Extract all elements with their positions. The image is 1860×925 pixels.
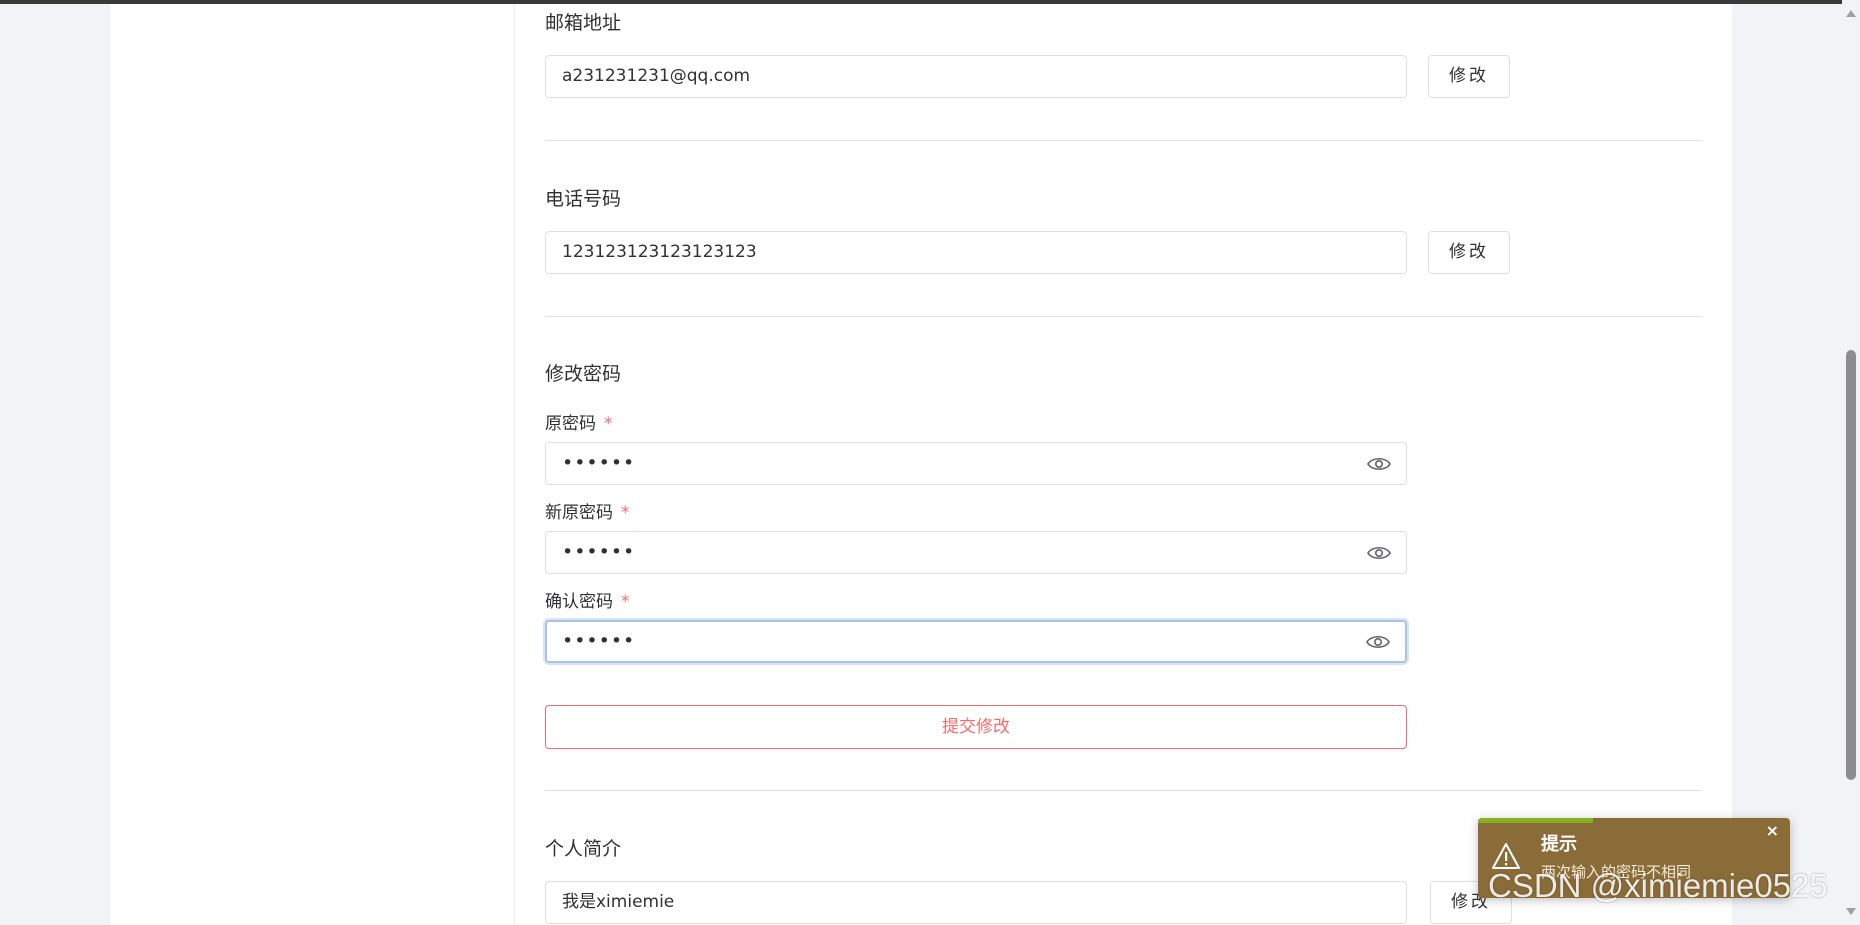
- confirm-password-label: 确认密码 *: [545, 587, 630, 612]
- submit-password-button[interactable]: 提交修改: [545, 705, 1407, 749]
- required-mark: *: [621, 592, 630, 612]
- scroll-up-arrow-icon[interactable]: [1846, 10, 1856, 17]
- scroll-down-arrow-icon[interactable]: [1846, 908, 1856, 915]
- close-icon[interactable]: ×: [1766, 821, 1779, 840]
- bio-field[interactable]: 我是ximiemie: [545, 881, 1407, 924]
- toast-title: 提示: [1541, 834, 1577, 855]
- section-divider: [545, 140, 1702, 141]
- section-divider: [545, 316, 1702, 317]
- required-mark: *: [621, 503, 630, 523]
- password-section-title: 修改密码: [545, 363, 622, 385]
- csdn-watermark: CSDN @ximiemie0525: [1488, 867, 1828, 904]
- old-password-label: 原密码 *: [545, 409, 613, 434]
- confirm-password-value: ••••••: [562, 630, 636, 652]
- new-password-value: ••••••: [562, 541, 636, 563]
- email-field[interactable]: a231231231@qq.com: [545, 55, 1407, 98]
- bio-section-title: 个人简介: [545, 838, 622, 860]
- new-password-label: 新原密码 *: [545, 498, 630, 523]
- edit-email-button[interactable]: 修改: [1428, 55, 1510, 98]
- new-password-field[interactable]: ••••••: [545, 531, 1407, 574]
- scrollbar-thumb[interactable]: [1846, 350, 1856, 780]
- section-divider: [545, 790, 1702, 791]
- warning-icon: [1492, 843, 1520, 869]
- eye-icon[interactable]: [1365, 632, 1391, 652]
- new-password-label-text: 新原密码: [545, 503, 613, 523]
- eye-icon[interactable]: [1366, 454, 1392, 474]
- toast-progress-bar: [1478, 818, 1594, 823]
- old-password-field[interactable]: ••••••: [545, 442, 1407, 485]
- phone-field[interactable]: 123123123123123123: [545, 231, 1407, 274]
- old-password-label-text: 原密码: [545, 414, 596, 434]
- confirm-password-field[interactable]: ••••••: [545, 620, 1407, 663]
- confirm-password-label-text: 确认密码: [545, 592, 613, 612]
- required-mark: *: [604, 414, 613, 434]
- account-settings-form: 邮箱地址 a231231231@qq.com 修改 电话号码 123123123…: [545, 0, 1702, 925]
- eye-icon[interactable]: [1366, 543, 1392, 563]
- edit-phone-button[interactable]: 修改: [1428, 231, 1510, 274]
- left-sidebar-panel: [110, 4, 515, 925]
- email-section-title: 邮箱地址: [545, 12, 622, 34]
- scrollbar[interactable]: [1842, 0, 1860, 925]
- phone-section-title: 电话号码: [545, 188, 622, 210]
- old-password-value: ••••••: [562, 452, 636, 474]
